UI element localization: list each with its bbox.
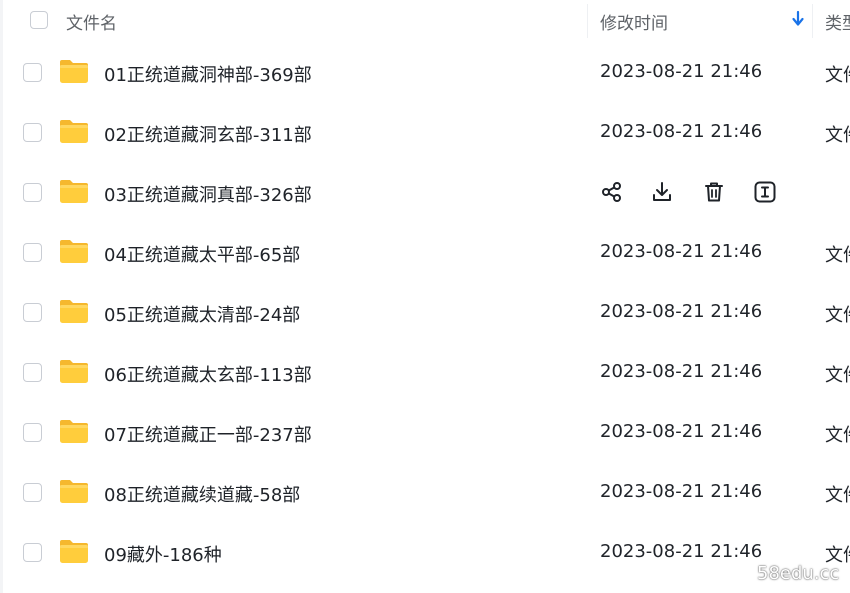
modified-time: 2023-08-21 21:46 xyxy=(600,301,763,322)
download-icon[interactable] xyxy=(650,180,674,204)
file-type: 文件夹 xyxy=(825,485,850,506)
file-name[interactable]: 06正统道藏太玄部-113部 xyxy=(104,361,312,387)
watermark: 58edu.cc xyxy=(757,563,840,584)
modified-time: 2023-08-21 21:46 xyxy=(600,541,763,562)
file-name[interactable]: 05正统道藏太清部-24部 xyxy=(104,301,300,327)
file-list: 文件名 修改时间 类型 01正统道藏洞神部-369部 2023-08-21 21… xyxy=(0,0,850,593)
table-row[interactable]: 02正统道藏洞玄部-311部 2023-08-21 21:46 文件夹 xyxy=(0,102,850,162)
row-checkbox[interactable] xyxy=(23,123,42,142)
table-row[interactable]: 05正统道藏太清部-24部 2023-08-21 21:46 文件夹 xyxy=(0,282,850,342)
folder-icon xyxy=(60,120,88,143)
table-row[interactable]: 06正统道藏太玄部-113部 2023-08-21 21:46 文件夹 xyxy=(0,342,850,402)
row-checkbox[interactable] xyxy=(23,483,42,502)
folder-icon xyxy=(60,480,88,503)
file-type: 文件夹 xyxy=(825,425,850,446)
modified-time: 2023-08-21 21:46 xyxy=(600,421,763,442)
modified-time: 2023-08-21 21:46 xyxy=(600,361,763,382)
column-header-time[interactable]: 修改时间 xyxy=(600,9,668,34)
table-row[interactable]: 01正统道藏洞神部-369部 2023-08-21 21:46 文件夹 xyxy=(0,42,850,102)
modified-time: 2023-08-21 21:46 xyxy=(600,61,763,82)
file-name[interactable]: 08正统道藏续道藏-58部 xyxy=(104,481,300,507)
folder-icon xyxy=(60,420,88,443)
file-name[interactable]: 07正统道藏正一部-237部 xyxy=(104,421,312,447)
list-header: 文件名 修改时间 类型 xyxy=(0,0,850,40)
column-separator xyxy=(587,4,588,38)
trash-icon[interactable] xyxy=(702,180,726,204)
table-row-hovered[interactable]: 03正统道藏洞真部-326部 xyxy=(0,162,850,222)
row-checkbox[interactable] xyxy=(23,423,42,442)
column-separator xyxy=(812,4,813,38)
modified-time: 2023-08-21 21:46 xyxy=(600,121,763,142)
folder-icon xyxy=(60,60,88,83)
table-row[interactable]: 04正统道藏太平部-65部 2023-08-21 21:46 文件夹 xyxy=(0,222,850,282)
file-type: 文件夹 xyxy=(825,365,850,386)
file-name[interactable]: 09藏外-186种 xyxy=(104,541,222,567)
modified-time: 2023-08-21 21:46 xyxy=(600,481,763,502)
file-type: 文件夹 xyxy=(825,125,850,146)
file-name[interactable]: 01正统道藏洞神部-369部 xyxy=(104,61,312,87)
table-row[interactable]: 08正统道藏续道藏-58部 2023-08-21 21:46 文件夹 xyxy=(0,462,850,522)
row-checkbox[interactable] xyxy=(23,543,42,562)
row-checkbox[interactable] xyxy=(23,303,42,322)
folder-icon xyxy=(60,360,88,383)
file-type: 文件夹 xyxy=(825,65,850,86)
folder-icon xyxy=(60,180,88,203)
row-checkbox[interactable] xyxy=(23,63,42,82)
folder-icon xyxy=(60,240,88,263)
column-header-name[interactable]: 文件名 xyxy=(66,9,117,34)
table-row[interactable]: 09藏外-186种 2023-08-21 21:46 文件夹 xyxy=(0,522,850,582)
row-checkbox[interactable] xyxy=(23,363,42,382)
folder-icon xyxy=(60,300,88,323)
folder-icon xyxy=(60,540,88,563)
file-type: 文件夹 xyxy=(825,245,850,266)
file-name[interactable]: 03正统道藏洞真部-326部 xyxy=(104,181,312,207)
file-name[interactable]: 02正统道藏洞玄部-311部 xyxy=(104,121,312,147)
column-header-type[interactable]: 类型 xyxy=(825,9,850,34)
select-all-checkbox[interactable] xyxy=(30,11,48,29)
row-checkbox[interactable] xyxy=(23,183,42,202)
file-name[interactable]: 04正统道藏太平部-65部 xyxy=(104,241,300,267)
file-type: 文件夹 xyxy=(825,305,850,326)
sort-descending-icon[interactable] xyxy=(790,9,806,29)
table-row[interactable]: 07正统道藏正一部-237部 2023-08-21 21:46 文件夹 xyxy=(0,402,850,462)
row-checkbox[interactable] xyxy=(23,243,42,262)
share-icon[interactable] xyxy=(600,180,624,204)
rename-icon[interactable] xyxy=(753,180,777,204)
modified-time: 2023-08-21 21:46 xyxy=(600,241,763,262)
